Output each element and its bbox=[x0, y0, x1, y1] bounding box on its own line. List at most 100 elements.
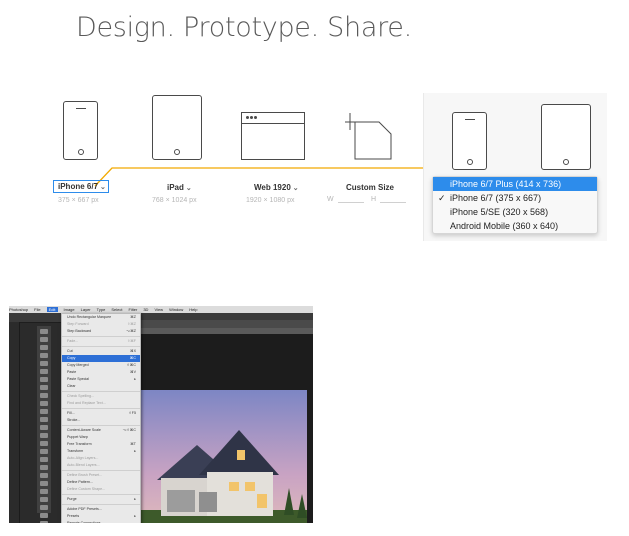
iphone-artboard-icon[interactable] bbox=[63, 101, 98, 160]
ps-menu-shortcut: ⌥⇧⌘C bbox=[122, 428, 136, 432]
ps-tool-icon[interactable] bbox=[40, 345, 48, 350]
ps-menu-item[interactable]: Define Brush Preset... bbox=[62, 472, 140, 479]
ps-tool-icon[interactable] bbox=[40, 513, 48, 518]
ps-tool-icon[interactable] bbox=[40, 377, 48, 382]
ps-menu-item-label: Presets bbox=[67, 514, 80, 518]
menu-separator bbox=[62, 494, 140, 495]
device-preset-dropdown[interactable]: iPhone 6/7 Plus (414 x 736) ✓ iPhone 6/7 (… bbox=[432, 176, 598, 234]
ps-menu-item[interactable]: Find and Replace Text... bbox=[62, 400, 140, 407]
ps-tool-icon[interactable] bbox=[40, 473, 48, 478]
ps-tool-icon[interactable] bbox=[40, 329, 48, 334]
house-photo bbox=[139, 390, 307, 523]
ps-menubar-item[interactable]: View bbox=[154, 307, 163, 312]
ps-menubar-item[interactable]: File bbox=[34, 307, 40, 312]
ps-edit-menu[interactable]: Undo Rectangular Marquee ⌘Z Step Forward ⇧⌘… bbox=[61, 313, 141, 523]
ps-tool-icon[interactable] bbox=[40, 481, 48, 486]
custom-width-field[interactable]: W bbox=[327, 196, 364, 203]
ps-menu-item-label: Fade... bbox=[67, 339, 79, 343]
ps-tool-icon[interactable] bbox=[40, 433, 48, 438]
ps-tool-icon[interactable] bbox=[40, 361, 48, 366]
ps-menu-item[interactable]: Cut ⌘X bbox=[62, 348, 140, 355]
ps-menu-shortcut: ⌘X bbox=[130, 349, 136, 353]
ps-tool-icon[interactable] bbox=[40, 369, 48, 374]
ps-menu-item[interactable]: Undo Rectangular Marquee ⌘Z bbox=[62, 314, 140, 321]
ps-tool-icon[interactable] bbox=[40, 409, 48, 414]
ps-menu-item[interactable]: Stroke... bbox=[62, 417, 140, 424]
ps-tool-icon[interactable] bbox=[40, 417, 48, 422]
home-button-icon bbox=[77, 149, 84, 155]
ps-tool-icon[interactable] bbox=[40, 385, 48, 390]
ps-menu-item[interactable]: Copy ⌘C bbox=[62, 355, 140, 362]
ps-menubar-item[interactable]: Layer bbox=[81, 307, 91, 312]
ps-menubar-item[interactable]: Filter bbox=[128, 307, 137, 312]
ps-menu-item[interactable]: Auto-Blend Layers... bbox=[62, 462, 140, 469]
ps-tool-icon[interactable] bbox=[40, 425, 48, 430]
ps-tool-icon[interactable] bbox=[40, 393, 48, 398]
ps-menu-item[interactable]: Free Transform ⌘T bbox=[62, 441, 140, 448]
ps-menu-item[interactable]: Paste Special ▸ bbox=[62, 376, 140, 383]
ps-menu-shortcut: ⌘T bbox=[130, 442, 136, 446]
height-label: H bbox=[371, 196, 377, 203]
ps-menu-item[interactable]: Transform ▸ bbox=[62, 448, 140, 455]
ps-menu-item[interactable]: Fill... ⇧F5 bbox=[62, 410, 140, 417]
chevron-down-icon: ⌄ bbox=[100, 184, 106, 191]
ps-menu-item[interactable]: Presets ▸ bbox=[62, 513, 140, 520]
custom-size-artboard-icon[interactable] bbox=[345, 113, 395, 163]
ps-menu-item[interactable]: Auto-Align Layers... bbox=[62, 455, 140, 462]
custom-height-field[interactable]: H bbox=[371, 196, 407, 203]
ps-menu-item[interactable]: Copy Merged ⇧⌘C bbox=[62, 362, 140, 369]
ps-menu-item[interactable]: Define Custom Shape... bbox=[62, 486, 140, 493]
ps-menu-item[interactable]: Define Pattern... bbox=[62, 479, 140, 486]
window-dot-icon bbox=[250, 116, 253, 119]
ps-menu-item[interactable]: Step Forward ⇧⌘Z bbox=[62, 321, 140, 328]
web-artboard-icon[interactable] bbox=[241, 112, 305, 160]
ps-menu-item[interactable]: Puppet Warp bbox=[62, 434, 140, 441]
ps-menubar-item[interactable]: Edit bbox=[46, 307, 58, 312]
ps-menubar-item[interactable]: Photoshop bbox=[9, 307, 28, 312]
ps-menu-item-label: Auto-Align Layers... bbox=[67, 456, 99, 460]
photoshop-screenshot: Photoshop File Edit Image Layer Type Select Fil… bbox=[9, 306, 313, 523]
dropdown-item[interactable]: ✓ iPhone 6/7 (375 x 667) bbox=[433, 191, 597, 205]
ps-menu-shortcut: ⌘C bbox=[129, 356, 136, 360]
ps-tool-icon[interactable] bbox=[40, 465, 48, 470]
ps-menu-item[interactable]: Check Spelling... bbox=[62, 393, 140, 400]
ps-menu-item[interactable]: Purge ▸ bbox=[62, 496, 140, 503]
ps-menu-item-label: Paste bbox=[67, 370, 77, 374]
ps-menubar-item[interactable]: Window bbox=[169, 307, 183, 312]
ps-menu-item-label: Step Forward bbox=[67, 322, 89, 326]
dropdown-item-label: iPhone 6/7 Plus (414 x 736) bbox=[450, 179, 562, 189]
ps-tool-icon[interactable] bbox=[40, 353, 48, 358]
ps-menu-shortcut: ▸ bbox=[134, 377, 136, 381]
ps-menu-item[interactable]: Paste ⌘V bbox=[62, 369, 140, 376]
ps-menu-item[interactable]: Fade... ⇧⌘F bbox=[62, 338, 140, 345]
ipad-preset-select[interactable]: iPad ⌄ bbox=[167, 183, 192, 192]
ps-menu-item[interactable]: Step Backward ⌥⌘Z bbox=[62, 328, 140, 335]
dropdown-item[interactable]: iPhone 6/7 Plus (414 x 736) bbox=[433, 177, 597, 191]
ps-tool-icon[interactable] bbox=[40, 489, 48, 494]
ps-tool-icon[interactable] bbox=[40, 521, 48, 523]
preset-label: iPad bbox=[167, 183, 184, 192]
ps-tool-icon[interactable] bbox=[40, 497, 48, 502]
ps-tool-icon[interactable] bbox=[40, 449, 48, 454]
ps-menubar-item[interactable]: 3D bbox=[143, 307, 148, 312]
iphone-preset-select[interactable]: iPhone 6/7 ⌄ bbox=[53, 180, 109, 193]
ps-tool-icon[interactable] bbox=[40, 401, 48, 406]
ps-tool-icon[interactable] bbox=[40, 457, 48, 462]
dropdown-item[interactable]: Android Mobile (360 x 640) bbox=[433, 219, 597, 233]
ps-menubar-item[interactable]: Select bbox=[111, 307, 122, 312]
ps-menu-item[interactable]: Adobe PDF Presets... bbox=[62, 506, 140, 513]
dropdown-item[interactable]: iPhone 5/SE (320 x 568) bbox=[433, 205, 597, 219]
ps-menu-item[interactable]: Remote Connections... bbox=[62, 520, 140, 523]
web-preset-select[interactable]: Web 1920 ⌄ bbox=[254, 183, 299, 192]
ipad-artboard-icon[interactable] bbox=[152, 95, 202, 160]
ps-menu-item[interactable]: Content-Aware Scale ⌥⇧⌘C bbox=[62, 427, 140, 434]
ps-menu-shortcut: ⇧F5 bbox=[128, 411, 136, 415]
ps-menubar-item[interactable]: Type bbox=[97, 307, 106, 312]
ps-tool-icon[interactable] bbox=[40, 337, 48, 342]
ps-menubar-item[interactable]: Help bbox=[189, 307, 197, 312]
ps-menu-item[interactable]: Clear bbox=[62, 383, 140, 390]
ps-menubar-item[interactable]: Image bbox=[64, 307, 75, 312]
ps-menu-shortcut: ▸ bbox=[134, 497, 136, 501]
ps-tool-icon[interactable] bbox=[40, 505, 48, 510]
ps-tool-icon[interactable] bbox=[40, 441, 48, 446]
